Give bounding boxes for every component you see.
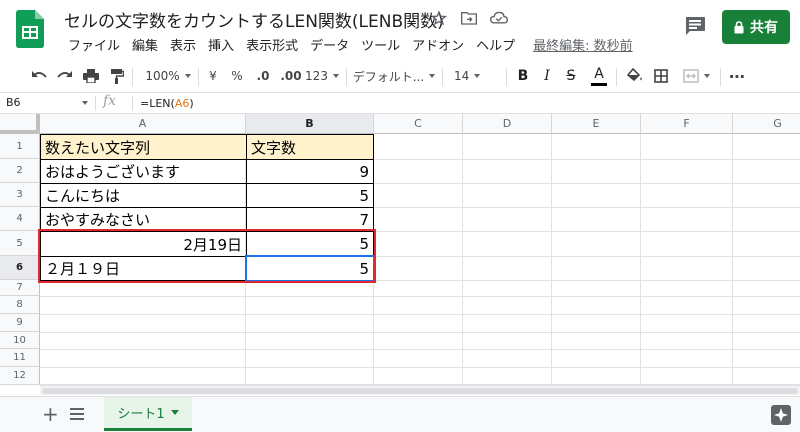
name-box[interactable]: B6 xyxy=(6,96,90,111)
row-header-10[interactable]: 10 xyxy=(0,332,40,349)
sheet-tab-bar: + シート1 xyxy=(0,396,800,432)
font-size-select[interactable]: 14 xyxy=(450,64,502,88)
cell-a4[interactable]: おやすみなさい xyxy=(40,207,247,232)
comment-icon[interactable] xyxy=(684,16,706,36)
col-header-b[interactable]: B xyxy=(246,114,374,134)
menu-insert[interactable]: 挿入 xyxy=(202,35,240,54)
undo-icon[interactable] xyxy=(28,64,50,88)
borders-icon[interactable] xyxy=(650,64,672,88)
formula-prefix: =LEN( xyxy=(140,97,175,110)
col-header-g[interactable]: G xyxy=(733,114,800,134)
row-header-7[interactable]: 7 xyxy=(0,280,40,296)
font-family-select[interactable]: デフォルト... xyxy=(352,64,436,88)
share-button[interactable]: 共有 xyxy=(722,10,790,44)
row-header-11[interactable]: 11 xyxy=(0,349,40,367)
menu-tools[interactable]: ツール xyxy=(355,35,406,54)
menu-addons[interactable]: アドオン xyxy=(406,35,470,54)
cell-a1[interactable]: 数えたい文字列 xyxy=(40,134,247,160)
currency-format-button[interactable]: ¥ xyxy=(204,64,222,88)
row-header-4[interactable]: 4 xyxy=(0,207,40,231)
sheet-tab-label: シート1 xyxy=(117,407,165,422)
cell-b4[interactable]: 7 xyxy=(246,207,374,232)
cell-b5[interactable]: 5 xyxy=(246,231,374,257)
star-icon[interactable] xyxy=(430,9,448,27)
col-header-f[interactable]: F xyxy=(641,114,733,134)
zoom-select[interactable]: 100% xyxy=(142,64,194,88)
bold-button[interactable]: B xyxy=(514,64,532,88)
formula-ref: A6 xyxy=(174,97,190,110)
strikethrough-button[interactable]: S xyxy=(562,64,580,88)
sheets-logo-icon[interactable] xyxy=(16,10,44,48)
redo-icon[interactable] xyxy=(54,64,76,88)
text-color-label: A xyxy=(594,65,604,82)
cell-b1[interactable]: 文字数 xyxy=(246,134,374,160)
cell-b3[interactable]: 5 xyxy=(246,183,374,208)
increase-decimal-button[interactable]: .00 xyxy=(278,64,304,88)
col-header-d[interactable]: D xyxy=(463,114,552,134)
sheet-tab-1[interactable]: シート1 xyxy=(104,397,192,431)
cell-a6[interactable]: ２月１９日 xyxy=(40,256,247,281)
row-header-12[interactable]: 12 xyxy=(0,367,40,385)
scrollbar-thumb[interactable] xyxy=(42,388,798,394)
horizontal-scrollbar[interactable] xyxy=(40,385,800,395)
lock-icon xyxy=(734,20,744,33)
document-title[interactable]: セルの文字数をカウントするLEN関数(LENB関数) xyxy=(64,7,444,32)
paint-format-icon[interactable] xyxy=(106,64,128,88)
text-color-swatch xyxy=(591,82,607,86)
row-header-5[interactable]: 5 xyxy=(0,231,40,256)
explore-icon[interactable] xyxy=(770,404,792,426)
col-header-a[interactable]: A xyxy=(40,114,246,134)
percent-format-button[interactable]: % xyxy=(228,64,246,88)
menu-view[interactable]: 表示 xyxy=(164,35,202,54)
print-icon[interactable] xyxy=(80,64,102,88)
menu-edit[interactable]: 編集 xyxy=(126,35,164,54)
menu-file[interactable]: ファイル xyxy=(62,35,126,54)
number-format-select[interactable]: 123 xyxy=(304,64,340,88)
col-header-c[interactable]: C xyxy=(374,114,463,134)
cell-a3[interactable]: こんにちは xyxy=(40,183,247,208)
italic-button[interactable]: I xyxy=(538,64,556,88)
fill-color-icon[interactable] xyxy=(624,64,646,88)
row-header-8[interactable]: 8 xyxy=(0,296,40,314)
last-edit-link[interactable]: 最終編集: 数秒前 xyxy=(533,35,633,54)
decrease-decimal-button[interactable]: .0 xyxy=(252,64,274,88)
menu-help[interactable]: ヘルプ xyxy=(470,35,521,54)
toolbar: 100% ¥ % .0 .00 123 デフォルト... 14 B I S A … xyxy=(0,62,800,90)
all-sheets-icon[interactable] xyxy=(70,408,84,420)
cell-b6[interactable]: 5 xyxy=(246,256,374,281)
more-options-button[interactable]: ⋯ xyxy=(726,64,748,88)
menu-bar: ファイル 編集 表示 挿入 表示形式 データ ツール アドオン ヘルプ 最終編集… xyxy=(62,35,633,54)
app-header: セルの文字数をカウントするLEN関数(LENB関数) ファイル 編集 表示 挿入… xyxy=(0,0,800,58)
menu-format[interactable]: 表示形式 xyxy=(240,35,304,54)
select-all-corner[interactable] xyxy=(0,114,40,134)
text-color-button[interactable]: A xyxy=(588,64,610,88)
fx-icon: fx xyxy=(103,93,117,109)
formula-suffix: ) xyxy=(189,97,194,110)
move-folder-icon[interactable] xyxy=(460,9,478,27)
share-label: 共有 xyxy=(750,20,778,36)
cell-a5[interactable]: 2月19日 xyxy=(40,231,247,257)
cell-b2[interactable]: 9 xyxy=(246,159,374,184)
menu-data[interactable]: データ xyxy=(304,35,355,54)
row-header-9[interactable]: 9 xyxy=(0,314,40,332)
row-header-6[interactable]: 6 xyxy=(0,256,40,280)
formula-input[interactable]: =LEN(A6) xyxy=(140,97,194,110)
cloud-status-icon[interactable] xyxy=(490,9,508,27)
col-header-e[interactable]: E xyxy=(552,114,641,134)
add-sheet-icon[interactable]: + xyxy=(42,404,59,424)
merge-icon[interactable] xyxy=(676,64,716,88)
chevron-down-icon xyxy=(170,410,179,415)
row-header-1[interactable]: 1 xyxy=(0,134,40,159)
row-header-2[interactable]: 2 xyxy=(0,159,40,183)
formula-bar: B6 fx =LEN(A6) xyxy=(0,92,800,114)
row-header-3[interactable]: 3 xyxy=(0,183,40,207)
cell-a2[interactable]: おはようございます xyxy=(40,159,247,184)
